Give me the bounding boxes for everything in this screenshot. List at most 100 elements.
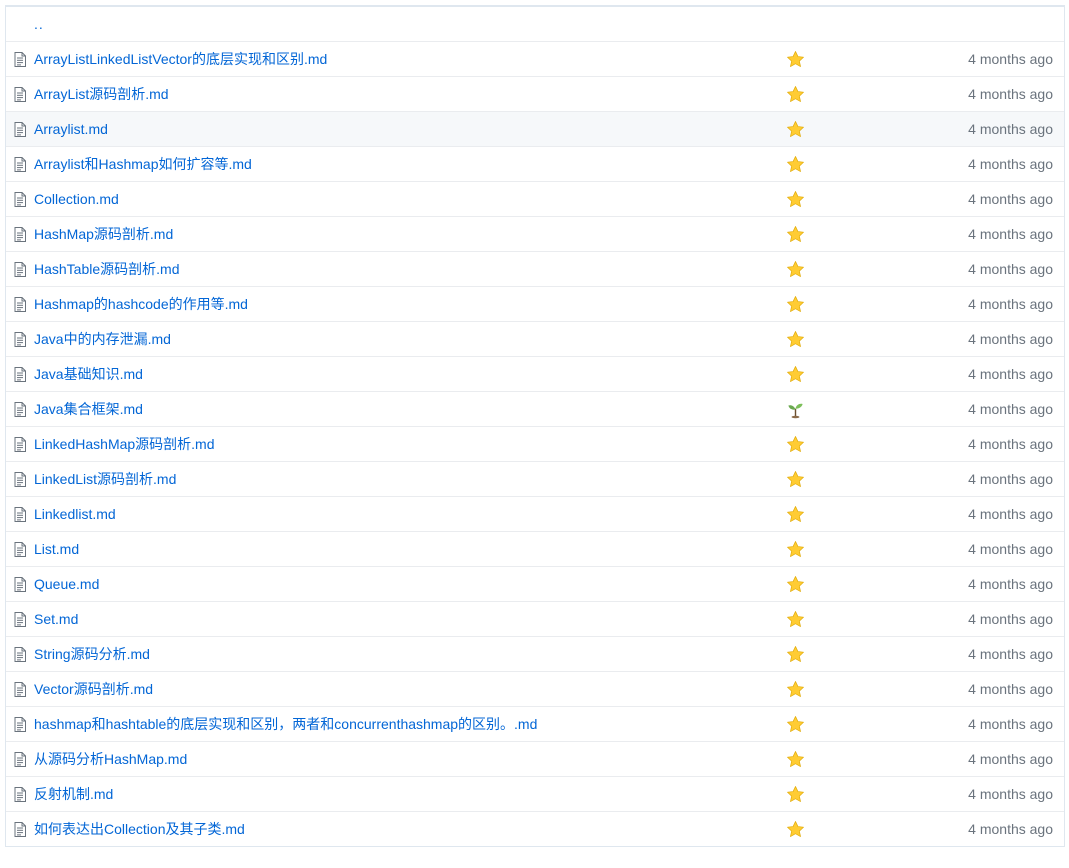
commit-message[interactable]	[775, 470, 815, 489]
star-emoji-icon	[786, 505, 804, 522]
star-emoji-icon	[786, 50, 804, 67]
commit-message[interactable]	[775, 680, 815, 699]
file-row[interactable]: Collection.md 4 months ago	[6, 181, 1064, 216]
file-name-link[interactable]: hashmap和hashtable的底层实现和区别，两者和concurrenth…	[34, 714, 775, 734]
file-name-link[interactable]: LinkedHashMap源码剖析.md	[34, 434, 775, 454]
file-row[interactable]: hashmap和hashtable的底层实现和区别，两者和concurrenth…	[6, 706, 1064, 741]
commit-age: 4 months ago	[968, 576, 1053, 592]
commit-message[interactable]	[775, 225, 815, 244]
file-text-icon	[6, 506, 34, 522]
file-row[interactable]: Arraylist和Hashmap如何扩容等.md 4 months ago	[6, 146, 1064, 181]
file-name-link[interactable]: Linkedlist.md	[34, 506, 775, 522]
file-name-link[interactable]: Hashmap的hashcode的作用等.md	[34, 294, 775, 314]
commit-message[interactable]	[775, 120, 815, 139]
commit-message[interactable]	[775, 400, 815, 419]
commit-message[interactable]	[775, 330, 815, 349]
file-text-icon	[6, 646, 34, 662]
star-emoji-icon	[786, 750, 804, 767]
commit-message[interactable]	[775, 750, 815, 769]
file-name-link[interactable]: HashMap源码剖析.md	[34, 224, 775, 244]
file-name-link[interactable]: Java中的内存泄漏.md	[34, 329, 775, 349]
file-row[interactable]: HashTable源码剖析.md 4 months ago	[6, 251, 1064, 286]
file-row[interactable]: Java基础知识.md 4 months ago	[6, 356, 1064, 391]
commit-age: 4 months ago	[968, 401, 1053, 417]
file-row[interactable]: 从源码分析HashMap.md 4 months ago	[6, 741, 1064, 776]
file-name-link[interactable]: ArrayList源码剖析.md	[34, 84, 775, 104]
commit-age: 4 months ago	[968, 716, 1053, 732]
file-row[interactable]: LinkedList源码剖析.md 4 months ago	[6, 461, 1064, 496]
commit-age: 4 months ago	[968, 121, 1053, 137]
commit-message[interactable]	[775, 85, 815, 104]
file-text-icon	[6, 541, 34, 557]
file-row[interactable]: Hashmap的hashcode的作用等.md 4 months ago	[6, 286, 1064, 321]
file-name-link[interactable]: Java集合框架.md	[34, 399, 775, 419]
file-name-link[interactable]: List.md	[34, 541, 775, 557]
parent-directory-link[interactable]: ..	[6, 16, 44, 32]
file-text-icon	[6, 191, 34, 207]
file-text-icon	[6, 121, 34, 137]
file-name-link[interactable]: Set.md	[34, 611, 775, 627]
file-name-link[interactable]: String源码分析.md	[34, 644, 775, 664]
commit-age: 4 months ago	[968, 261, 1053, 277]
file-name-link[interactable]: Collection.md	[34, 191, 775, 207]
file-name-link[interactable]: Vector源码剖析.md	[34, 679, 775, 699]
file-name-link[interactable]: LinkedList源码剖析.md	[34, 469, 775, 489]
commit-age: 4 months ago	[968, 471, 1053, 487]
commit-message[interactable]	[775, 575, 815, 594]
file-row[interactable]: Java集合框架.md 4 months ago	[6, 391, 1064, 426]
commit-message[interactable]	[775, 365, 815, 384]
commit-message[interactable]	[775, 260, 815, 279]
file-name-link[interactable]: 从源码分析HashMap.md	[34, 749, 775, 769]
commit-message[interactable]	[775, 785, 815, 804]
commit-message[interactable]	[775, 540, 815, 559]
file-row[interactable]: Queue.md 4 months ago	[6, 566, 1064, 601]
commit-message[interactable]	[775, 715, 815, 734]
file-row[interactable]: HashMap源码剖析.md 4 months ago	[6, 216, 1064, 251]
file-row[interactable]: 反射机制.md 4 months ago	[6, 776, 1064, 811]
file-row[interactable]: Set.md 4 months ago	[6, 601, 1064, 636]
file-name-link[interactable]: Arraylist.md	[34, 121, 775, 137]
file-text-icon	[6, 156, 34, 172]
commit-message[interactable]	[775, 295, 815, 314]
file-name-link[interactable]: 如何表达出Collection及其子类.md	[34, 819, 775, 839]
file-name-link[interactable]: ArrayListLinkedListVector的底层实现和区别.md	[34, 49, 775, 69]
commit-age: 4 months ago	[968, 366, 1053, 382]
file-name-link[interactable]: Arraylist和Hashmap如何扩容等.md	[34, 154, 775, 174]
commit-age: 4 months ago	[968, 611, 1053, 627]
star-emoji-icon	[786, 820, 804, 837]
file-text-icon	[6, 86, 34, 102]
file-row[interactable]: LinkedHashMap源码剖析.md 4 months ago	[6, 426, 1064, 461]
file-text-icon	[6, 681, 34, 697]
commit-age: 4 months ago	[968, 226, 1053, 242]
commit-message[interactable]	[775, 645, 815, 664]
star-emoji-icon	[786, 85, 804, 102]
file-row[interactable]: Vector源码剖析.md 4 months ago	[6, 671, 1064, 706]
commit-age: 4 months ago	[968, 191, 1053, 207]
commit-age: 4 months ago	[968, 436, 1053, 452]
file-name-link[interactable]: Java基础知识.md	[34, 364, 775, 384]
star-emoji-icon	[786, 435, 804, 452]
commit-message[interactable]	[775, 190, 815, 209]
file-row[interactable]: Java中的内存泄漏.md 4 months ago	[6, 321, 1064, 356]
file-text-icon	[6, 366, 34, 382]
file-name-link[interactable]: 反射机制.md	[34, 784, 775, 804]
commit-message[interactable]	[775, 155, 815, 174]
file-name-link[interactable]: HashTable源码剖析.md	[34, 259, 775, 279]
parent-directory-row[interactable]: ..	[6, 7, 1064, 41]
file-name-link[interactable]: Queue.md	[34, 576, 775, 592]
file-row[interactable]: String源码分析.md 4 months ago	[6, 636, 1064, 671]
file-row[interactable]: Linkedlist.md 4 months ago	[6, 496, 1064, 531]
file-text-icon	[6, 576, 34, 592]
commit-message[interactable]	[775, 50, 815, 69]
star-emoji-icon	[786, 680, 804, 697]
file-text-icon	[6, 261, 34, 277]
commit-message[interactable]	[775, 820, 815, 839]
commit-message[interactable]	[775, 610, 815, 629]
file-row[interactable]: List.md 4 months ago	[6, 531, 1064, 566]
file-row[interactable]: 如何表达出Collection及其子类.md 4 months ago	[6, 811, 1064, 846]
file-row[interactable]: ArrayListLinkedListVector的底层实现和区别.md 4 m…	[6, 41, 1064, 76]
file-row[interactable]: Arraylist.md 4 months ago	[6, 111, 1064, 146]
commit-message[interactable]	[775, 505, 815, 524]
file-row[interactable]: ArrayList源码剖析.md 4 months ago	[6, 76, 1064, 111]
commit-message[interactable]	[775, 435, 815, 454]
